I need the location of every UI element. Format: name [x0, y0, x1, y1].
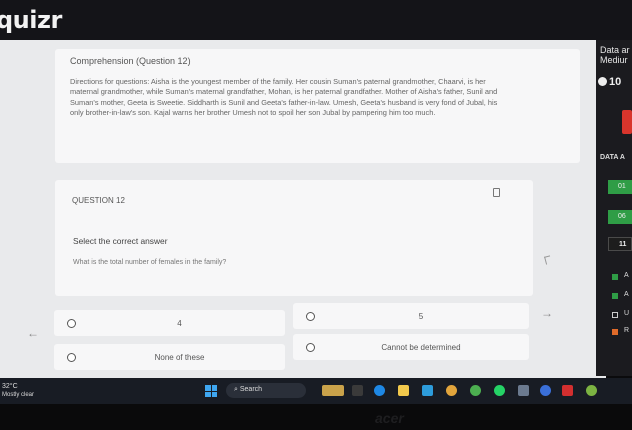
radio-option-c[interactable] [67, 353, 76, 362]
chrome-icon[interactable] [470, 385, 481, 396]
question-text: What is the total number of females in t… [73, 259, 227, 266]
weather-temp: 32°C [2, 383, 18, 390]
radio-option-d[interactable] [306, 343, 315, 352]
legend-item: U [612, 310, 632, 320]
weather-widget[interactable]: 32°C Mostly clear [2, 383, 34, 399]
legend-item: R [612, 327, 632, 337]
passage-text: Directions for questions: Aisha is the y… [70, 77, 498, 117]
windows-start-icon[interactable] [205, 385, 217, 397]
pdf-reader-icon[interactable] [562, 385, 573, 396]
legend-swatch [612, 293, 618, 299]
radio-option-b[interactable] [306, 312, 315, 321]
question-card: QUESTION 12 Select the correct answer Wh… [55, 180, 552, 296]
option-a-label: 4 [177, 319, 182, 328]
next-arrow-icon[interactable]: → [541, 306, 553, 320]
legend-label: A [624, 291, 629, 298]
store-icon[interactable] [422, 385, 433, 396]
passage-card: Comprehension (Question 12) Directions f… [55, 49, 580, 163]
app-logo: quizr [0, 6, 62, 34]
option-d-label: Cannot be determined [381, 343, 461, 352]
legend-label: U [624, 310, 630, 317]
taskbar: 32°C Mostly clear ⌕ Search [0, 378, 632, 404]
question-instruction: Select the correct answer [73, 236, 168, 246]
app-icon[interactable] [540, 385, 551, 396]
edge-browser-icon[interactable] [374, 385, 385, 396]
legend-swatch [612, 274, 618, 280]
legend-label: A [624, 272, 629, 279]
legend-label: R [624, 327, 630, 334]
legend-swatch [612, 329, 618, 335]
option-d[interactable]: Cannot be determined [293, 334, 529, 360]
taskbar-search[interactable]: ⌕ Search [226, 383, 306, 398]
monitor-brand-logo: acer [375, 410, 404, 426]
legend-item: A [612, 291, 632, 301]
app-icon[interactable] [518, 385, 529, 396]
side-panel: Data ar Mediur 10 DATA A [596, 40, 632, 376]
previous-arrow-icon[interactable]: ← [27, 326, 39, 340]
legend-swatch [612, 312, 618, 318]
passage-title: Comprehension (Question 12) [70, 56, 191, 66]
option-a[interactable]: 4 [54, 310, 285, 336]
submit-button[interactable] [622, 110, 632, 134]
question-label: QUESTION 12 [72, 196, 125, 205]
app-icon[interactable] [586, 385, 597, 396]
option-b-label: 5 [418, 312, 424, 321]
radio-option-a[interactable] [67, 319, 76, 328]
option-b[interactable]: 5 [293, 303, 529, 329]
weather-condition: Mostly clear [2, 392, 35, 398]
difficulty-level: Mediur [600, 55, 628, 65]
question-number-6[interactable]: 06 [608, 210, 632, 224]
question-number-1[interactable]: 01 [608, 180, 632, 194]
app-icon[interactable] [446, 385, 457, 396]
data-section-label: DATA A [600, 154, 625, 161]
app-header: quizr [0, 0, 632, 40]
option-c[interactable]: None of these [54, 344, 285, 370]
legend-item: A [612, 272, 632, 282]
search-label: Search [239, 386, 263, 393]
bookmark-icon[interactable] [493, 188, 500, 197]
option-c-label: None of these [154, 353, 205, 362]
whatsapp-icon[interactable] [494, 385, 505, 396]
file-explorer-icon[interactable] [398, 385, 409, 396]
timer-value: 10 [609, 76, 622, 88]
stopwatch-icon [598, 77, 607, 86]
timer: 10 [598, 76, 621, 88]
question-number-11[interactable]: 11 [608, 237, 632, 251]
monitor-bezel: acer [0, 404, 632, 430]
task-view-icon[interactable] [352, 385, 363, 396]
news-widget-icon[interactable] [322, 385, 344, 396]
section-title: Data ar [600, 45, 630, 55]
